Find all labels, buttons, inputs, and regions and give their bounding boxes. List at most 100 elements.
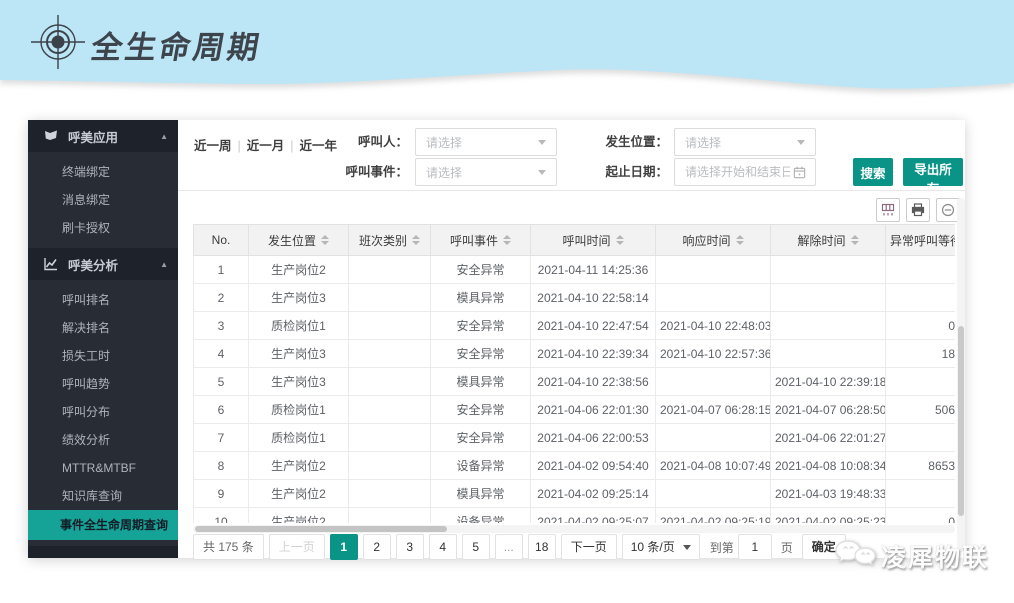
- page: 全生命周期 呼美应用▲终端绑定消息绑定刷卡授权呼美分析▲呼叫排名解决排名损失工时…: [0, 0, 1014, 603]
- watermark: 凌犀物联: [834, 537, 989, 574]
- column-header[interactable]: 发生位置: [249, 225, 349, 256]
- table-cell: 2021-04-02 09:25:14: [531, 480, 656, 508]
- table-cell: 2021-04-11 14:25:36: [531, 256, 656, 284]
- table-cell: 0: [886, 508, 956, 524]
- table-cell: 安全异常: [431, 312, 531, 340]
- table-cell: 2021-04-10 22:58:14: [531, 284, 656, 312]
- sidebar-item-active[interactable]: 事件全生命周期查询: [28, 510, 178, 540]
- column-header-label: 发生位置: [268, 232, 316, 249]
- column-header-label: 呼叫时间: [562, 232, 610, 249]
- table-cell: [349, 508, 431, 524]
- column-header[interactable]: 呼叫时间: [531, 225, 656, 256]
- page-number-button[interactable]: 4: [429, 534, 457, 560]
- table-cell: 3: [194, 312, 249, 340]
- column-header[interactable]: 班次类别: [349, 225, 431, 256]
- separator: |: [290, 139, 293, 153]
- pagination-total: 共 175 条: [193, 534, 264, 560]
- sidebar-item[interactable]: 损失工时: [28, 342, 178, 370]
- sort-carets-icon[interactable]: [736, 235, 744, 245]
- sidebar-section-header[interactable]: 呼美应用▲: [28, 120, 178, 152]
- table-cell: 6: [194, 396, 249, 424]
- page-number-button[interactable]: 5: [462, 534, 490, 560]
- table-cell: 安全异常: [431, 340, 531, 368]
- caret-up-icon: ▲: [160, 260, 168, 269]
- sort-carets-icon[interactable]: [851, 235, 859, 245]
- table-cell: [349, 284, 431, 312]
- quick-range-link[interactable]: 近一周: [194, 139, 232, 153]
- sidebar-item[interactable]: MTTR&MTBF: [28, 454, 178, 482]
- table-cell: [771, 340, 886, 368]
- sidebar-item[interactable]: 绩效分析: [28, 426, 178, 454]
- page-number-button[interactable]: 2: [363, 534, 391, 560]
- page-number-button[interactable]: 3: [396, 534, 424, 560]
- table-cell: 生产岗位2: [249, 256, 349, 284]
- pagination: 共 175 条上一页12345...18下一页10 条/页到第页确定: [193, 534, 851, 560]
- sidebar-item[interactable]: 解决排名: [28, 314, 178, 342]
- sidebar-item[interactable]: 呼叫趋势: [28, 370, 178, 398]
- table-cell: 生产岗位3: [249, 340, 349, 368]
- table-cell: 18: [886, 340, 956, 368]
- separator: |: [238, 139, 241, 153]
- export-all-button[interactable]: 导出所有: [903, 158, 963, 186]
- date-range-field[interactable]: [683, 164, 792, 180]
- prev-page-button[interactable]: 上一页: [269, 534, 325, 560]
- column-header[interactable]: 解除时间: [771, 225, 886, 256]
- jump-page-input[interactable]: [738, 534, 772, 560]
- table-cell: 2021-04-06 22:00:53: [531, 424, 656, 452]
- table-cell: 4: [194, 340, 249, 368]
- sidebar-item[interactable]: 终端绑定: [28, 158, 178, 186]
- vertical-scrollbar-thumb[interactable]: [958, 326, 964, 516]
- next-page-button[interactable]: 下一页: [561, 534, 617, 560]
- sort-carets-icon[interactable]: [412, 235, 420, 245]
- event-label: 呼叫事件：: [308, 158, 408, 186]
- date-range-label: 起止日期：: [568, 158, 668, 186]
- caller-select[interactable]: 请选择: [415, 128, 557, 156]
- sidebar-item[interactable]: 呼叫排名: [28, 286, 178, 314]
- search-button[interactable]: 搜索: [853, 158, 893, 186]
- column-header: 异常呼叫等待时: [886, 225, 956, 256]
- columns-icon[interactable]: [876, 198, 900, 222]
- table-cell: 10: [194, 508, 249, 524]
- page-number-active[interactable]: 1: [330, 534, 358, 560]
- sidebar-section-label: 呼美应用: [68, 127, 160, 146]
- table-row: 8生产岗位2设备异常2021-04-02 09:54:402021-04-08 …: [194, 452, 956, 480]
- table-cell: 模具异常: [431, 480, 531, 508]
- sidebar-item[interactable]: 消息绑定: [28, 186, 178, 214]
- sidebar-item[interactable]: 呼叫分布: [28, 398, 178, 426]
- sort-carets-icon[interactable]: [616, 235, 624, 245]
- page-number-button[interactable]: 18: [528, 534, 556, 560]
- jump-page-suffix: 页: [781, 539, 793, 556]
- date-range-input[interactable]: [674, 158, 816, 186]
- table-cell: [771, 312, 886, 340]
- page-number-button[interactable]: ...: [495, 534, 523, 560]
- sort-carets-icon[interactable]: [503, 235, 511, 245]
- caller-label: 呼叫人：: [308, 128, 408, 156]
- table-row: 6质检岗位1安全异常2021-04-06 22:01:302021-04-07 …: [194, 396, 956, 424]
- table-cell: 2021-04-10 22:47:54: [531, 312, 656, 340]
- sort-carets-icon[interactable]: [321, 235, 329, 245]
- table-cell: [349, 256, 431, 284]
- table-cell: [656, 368, 771, 396]
- column-header[interactable]: 响应时间: [656, 225, 771, 256]
- table-cell: 2021-04-06 22:01:27: [771, 424, 886, 452]
- table-cell: 生产岗位2: [249, 480, 349, 508]
- event-select[interactable]: 请选择: [415, 158, 557, 186]
- quick-range-link[interactable]: 近一月: [247, 139, 285, 153]
- table-cell: [886, 424, 956, 452]
- sidebar-section-header[interactable]: 呼美分析▲: [28, 248, 178, 280]
- table-row: 9生产岗位2模具异常2021-04-02 09:25:142021-04-03 …: [194, 480, 956, 508]
- sidebar-item[interactable]: 知识库查询: [28, 482, 178, 510]
- column-header[interactable]: 呼叫事件: [431, 225, 531, 256]
- column-header-label: 解除时间: [797, 232, 845, 249]
- table-cell: 1: [194, 256, 249, 284]
- print-icon[interactable]: [906, 198, 930, 222]
- sidebar-item[interactable]: 刷卡授权: [28, 214, 178, 242]
- sidebar: 呼美应用▲终端绑定消息绑定刷卡授权呼美分析▲呼叫排名解决排名损失工时呼叫趋势呼叫…: [28, 120, 178, 558]
- table-cell: 模具异常: [431, 368, 531, 396]
- table-row: 5生产岗位3模具异常2021-04-10 22:38:562021-04-10 …: [194, 368, 956, 396]
- page-size-select[interactable]: 10 条/页: [622, 534, 700, 560]
- location-select-placeholder: 请选择: [685, 134, 797, 151]
- horizontal-scrollbar-thumb[interactable]: [195, 526, 447, 532]
- location-select[interactable]: 请选择: [674, 128, 816, 156]
- table-cell: 8: [194, 452, 249, 480]
